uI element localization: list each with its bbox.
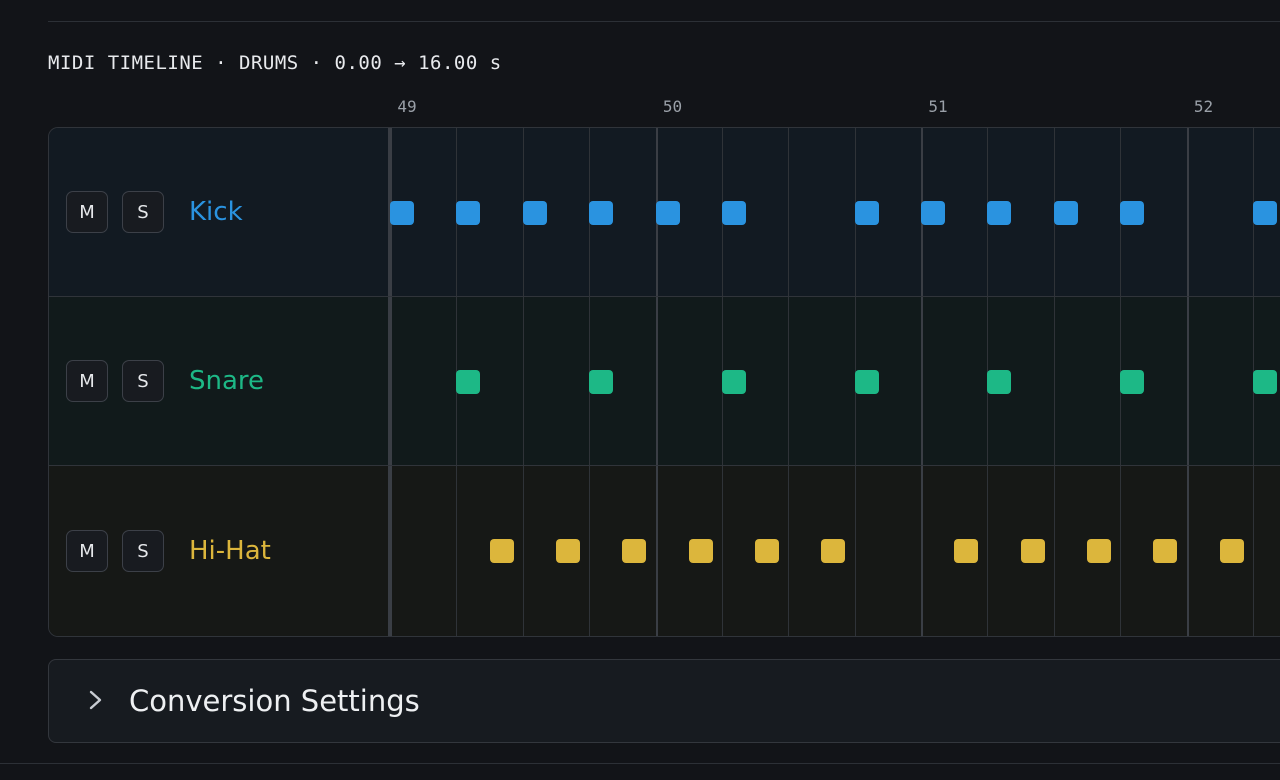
grid-line [390, 466, 392, 636]
midi-note[interactable] [855, 201, 879, 225]
mute-button[interactable]: M [66, 360, 108, 402]
timeline-title: MIDI TIMELINE · DRUMS · 0.00 → 16.00 s [48, 52, 502, 74]
midi-note[interactable] [755, 539, 779, 563]
midi-note[interactable] [821, 539, 845, 563]
track-header: M S Snare [49, 297, 390, 465]
grid-line [788, 297, 790, 465]
midi-note[interactable] [987, 370, 1011, 394]
midi-note[interactable] [1054, 201, 1078, 225]
ruler-label: 52 [1193, 97, 1214, 116]
top-divider [48, 21, 1280, 22]
note-lane[interactable] [390, 297, 1280, 465]
grid-line [589, 466, 591, 636]
midi-note[interactable] [954, 539, 978, 563]
midi-note[interactable] [556, 539, 580, 563]
track-name: Kick [189, 197, 243, 227]
grid-line [655, 297, 658, 465]
midi-note[interactable] [456, 370, 480, 394]
midi-note[interactable] [689, 539, 713, 563]
track-header: M S Kick [49, 128, 390, 296]
midi-note[interactable] [987, 201, 1011, 225]
grid-line [921, 297, 923, 465]
grid-line [522, 466, 524, 636]
grid-line [788, 466, 790, 636]
grid-line [655, 466, 658, 636]
conversion-settings-toggle[interactable]: Conversion Settings [48, 659, 1280, 743]
midi-note[interactable] [456, 201, 480, 225]
mute-button[interactable]: M [66, 530, 108, 572]
midi-note[interactable] [1120, 370, 1144, 394]
grid-line [721, 466, 723, 636]
midi-note[interactable] [1021, 539, 1045, 563]
midi-note[interactable] [1253, 201, 1277, 225]
solo-button[interactable]: S [122, 530, 164, 572]
ruler-label: 49 [397, 97, 417, 116]
midi-note[interactable] [722, 201, 746, 225]
grid-line [1053, 297, 1055, 465]
grid-line [1252, 466, 1254, 636]
track-name: Snare [189, 366, 265, 396]
midi-note[interactable] [656, 201, 680, 225]
midi-note[interactable] [589, 201, 613, 225]
midi-note[interactable] [855, 370, 879, 394]
mute-button[interactable]: M [66, 191, 108, 233]
chevron-right-icon [89, 690, 102, 710]
midi-note[interactable] [1153, 539, 1177, 563]
note-lane[interactable] [390, 128, 1280, 296]
grid-line [522, 297, 524, 465]
grid-line [390, 297, 392, 465]
grid-line [456, 466, 458, 636]
midi-note[interactable] [1087, 539, 1111, 563]
midi-note[interactable] [722, 370, 746, 394]
grid-line [1186, 297, 1189, 465]
grid-line [1186, 128, 1189, 296]
grid-line [1053, 466, 1055, 636]
track-header: M S Hi-Hat [49, 466, 390, 636]
track-hihat: M S Hi-Hat [49, 466, 1280, 636]
midi-note[interactable] [1220, 539, 1244, 563]
midi-note[interactable] [622, 539, 646, 563]
conversion-settings-label: Conversion Settings [129, 684, 420, 718]
grid-line [1120, 466, 1122, 636]
midi-note[interactable] [589, 370, 613, 394]
grid-line [1186, 466, 1189, 636]
midi-note[interactable] [1120, 201, 1144, 225]
grid-line [921, 466, 923, 636]
grid-line [854, 466, 856, 636]
midi-note[interactable] [921, 201, 945, 225]
midi-note[interactable] [1253, 370, 1277, 394]
midi-note[interactable] [523, 201, 547, 225]
midi-note[interactable] [390, 201, 414, 225]
note-lane[interactable] [390, 466, 1280, 636]
track-snare: M S Snare [49, 297, 1280, 466]
solo-button[interactable]: S [122, 191, 164, 233]
time-ruler[interactable]: 49 50 51 52 [390, 94, 1280, 120]
midi-note[interactable] [490, 539, 514, 563]
grid-line [788, 128, 790, 296]
ruler-label: 51 [928, 97, 948, 116]
grid-line [987, 466, 989, 636]
solo-button[interactable]: S [122, 360, 164, 402]
track-kick: M S Kick [49, 128, 1280, 297]
ruler-label: 50 [662, 97, 683, 116]
midi-timeline: M S Kick M S Snare M S Hi-Hat [48, 127, 1280, 637]
bottom-divider [0, 763, 1280, 764]
track-name: Hi-Hat [189, 536, 271, 566]
